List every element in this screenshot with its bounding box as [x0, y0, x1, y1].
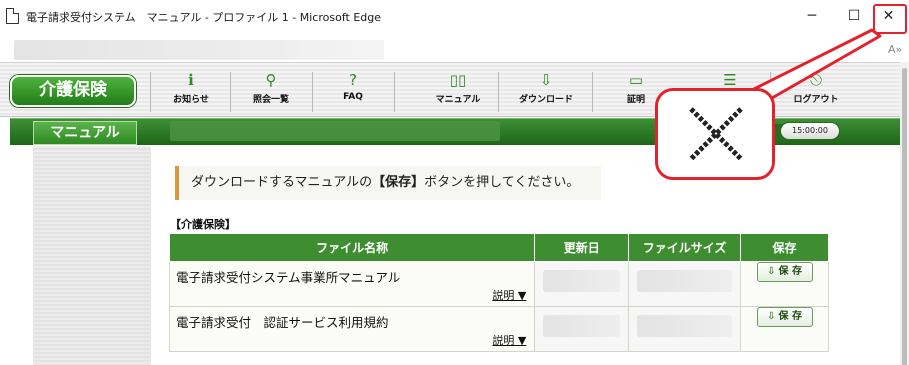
manual-file-table: ファイル名称 更新日 ファイルサイズ 保存 電子請求受付システム事業所マニュアル… — [168, 233, 829, 352]
file-name-cell: 電子請求受付システム事業所マニュアル 説明 ▼ — [168, 261, 536, 307]
close-button-highlight — [873, 4, 907, 34]
book-icon: ▯▯ — [449, 71, 467, 89]
page-title: マニュアル — [33, 121, 137, 145]
user-info-redacted — [170, 121, 500, 141]
address-bar: A» — [0, 38, 909, 62]
nav-label: 照会一覧 — [252, 95, 289, 105]
file-size-cell — [628, 306, 742, 352]
column-header-file-name: ファイル名称 — [168, 233, 536, 262]
save-button-label: 保 存 — [778, 311, 802, 322]
column-header-save: 保存 — [740, 233, 829, 262]
nav-separator — [498, 72, 499, 112]
notice-text-before: ダウンロードするマニュアルの — [191, 175, 373, 190]
session-time: 15:00:00 — [780, 122, 840, 140]
updated-date-cell — [534, 261, 630, 307]
nav-item-inquiry-list[interactable]: ⚲ 照会一覧 — [235, 70, 307, 114]
download-icon: ⇩ — [767, 311, 776, 322]
list-icon: ☰ — [723, 71, 737, 89]
save-button[interactable]: ⇩ 保 存 — [756, 262, 813, 282]
site-logo[interactable]: 介護保険 — [10, 75, 136, 107]
redacted-value — [543, 315, 621, 337]
nav-separator — [592, 72, 593, 112]
close-icon — [689, 107, 743, 161]
table-row: 電子請求受付システム事業所マニュアル 説明 ▼ ⇩ 保 存 — [168, 261, 829, 307]
faq-icon: ? — [349, 71, 357, 89]
window-title-bar: 電子請求受付システム マニュアル - プロファイル 1 - Microsoft … — [0, 0, 909, 38]
table-header-row: ファイル名称 更新日 ファイルサイズ 保存 — [168, 233, 829, 262]
info-icon: ℹ — [188, 71, 194, 89]
nav-item-logout[interactable]: ⎋ ログアウト — [780, 70, 852, 114]
url-field[interactable] — [14, 40, 384, 60]
table-row: 電子請求受付 認証サービス利用規約 説明 ▼ ⇩ 保 存 — [168, 306, 829, 352]
redacted-value — [637, 315, 733, 337]
logout-icon: ⎋ — [810, 71, 822, 89]
column-header-file-size: ファイルサイズ — [628, 233, 742, 262]
minimize-button[interactable]: ─ — [790, 0, 834, 32]
search-icon: ⚲ — [265, 71, 277, 89]
nav-separator — [150, 72, 151, 112]
notice-text-after: ボタンを押してください。 — [424, 175, 580, 190]
browser-window: { "window": { "title": "電子請求受付システム マニュアル… — [0, 0, 909, 365]
file-name-cell: 電子請求受付 認証サービス利用規約 説明 ▼ — [168, 306, 536, 352]
updated-date-cell — [534, 306, 630, 352]
download-icon: ⇩ — [539, 71, 553, 89]
sidebar — [33, 146, 151, 365]
download-icon: ⇩ — [767, 266, 776, 277]
redacted-value — [543, 270, 621, 292]
page-icon — [6, 8, 19, 24]
file-size-cell — [628, 261, 742, 307]
left-margin — [0, 146, 10, 365]
save-button-label: 保 存 — [778, 266, 802, 277]
save-button[interactable]: ⇩ 保 存 — [756, 307, 813, 327]
file-name: 電子請求受付 認証サービス利用規約 — [176, 315, 389, 330]
nav-separator — [230, 72, 231, 112]
nav-label: お知らせ — [173, 95, 209, 105]
section-label: 【介護保険】 — [170, 218, 236, 231]
certificate-icon: ▭ — [628, 71, 644, 89]
window-title: 電子請求受付システム マニュアル - プロファイル 1 - Microsoft … — [26, 11, 381, 24]
nav-label: FAQ — [343, 92, 363, 102]
file-name: 電子請求受付システム事業所マニュアル — [176, 270, 401, 285]
nav-item-faq[interactable]: ? FAQ — [317, 70, 389, 114]
notice-text-bold: 【保存】 — [372, 175, 425, 190]
scrollbar-thumb[interactable] — [902, 68, 907, 365]
nav-separator — [312, 72, 313, 112]
nav-label: ダウンロード — [518, 95, 573, 105]
save-cell: ⇩ 保 存 — [740, 261, 829, 307]
nav-item-news[interactable]: ℹ お知らせ — [155, 70, 227, 114]
description-toggle[interactable]: 説明 ▼ — [492, 287, 526, 303]
redacted-value — [637, 270, 733, 292]
nav-label: ログアウト — [793, 95, 839, 105]
nav-item-manual[interactable]: ▯▯ マニュアル — [422, 70, 494, 114]
column-header-updated: 更新日 — [534, 233, 630, 262]
instruction-notice: ダウンロードするマニュアルの【保存】ボタンを押してください。 — [175, 166, 601, 200]
save-cell: ⇩ 保 存 — [740, 306, 829, 352]
description-toggle[interactable]: 説明 ▼ — [492, 332, 526, 348]
nav-item-download[interactable]: ⇩ ダウンロード — [510, 70, 582, 114]
nav-separator — [394, 72, 395, 112]
nav-label: マニュアル — [435, 95, 481, 105]
read-aloud-icon[interactable]: A» — [888, 43, 902, 56]
